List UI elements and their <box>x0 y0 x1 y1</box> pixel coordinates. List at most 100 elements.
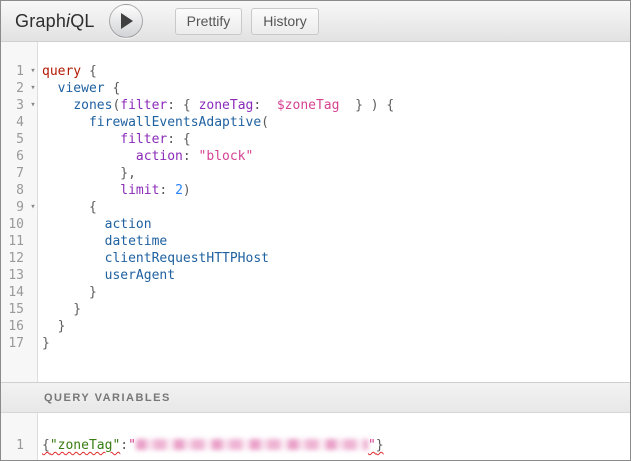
token-num[interactable]: 2 <box>175 183 183 198</box>
code-text[interactable]: query { <box>39 63 97 80</box>
code-line[interactable]: 9▾ { <box>1 199 630 216</box>
token-p[interactable] <box>42 149 136 164</box>
code-text[interactable]: limit: 2) <box>39 182 191 199</box>
token-p[interactable]: } <box>42 336 50 351</box>
code-line[interactable]: 10 action <box>1 216 630 233</box>
code-line[interactable]: 13 userAgent <box>1 267 630 284</box>
code-text[interactable]: filter: { <box>39 131 191 148</box>
code-line[interactable]: 5 filter: { <box>1 131 630 148</box>
code-line[interactable]: 16 } <box>1 318 630 335</box>
token-prop[interactable]: firewallEventsAdaptive <box>89 115 261 130</box>
history-button[interactable]: History <box>251 8 319 35</box>
code-text[interactable]: } <box>39 301 81 318</box>
code-line[interactable]: 4 firewallEventsAdaptive( <box>1 114 630 131</box>
token-prop[interactable]: viewer <box>58 81 105 96</box>
token-p[interactable]: : <box>120 438 128 453</box>
line-number: 14 <box>1 284 27 301</box>
token-prop[interactable]: zones <box>73 98 112 113</box>
code-text[interactable]: firewallEventsAdaptive( <box>39 114 269 131</box>
token-p[interactable]: } <box>42 319 65 334</box>
prettify-button[interactable]: Prettify <box>175 8 243 35</box>
code-line[interactable]: 1{"zoneTag":""} <box>1 437 630 454</box>
token-attr[interactable]: filter <box>120 132 167 147</box>
token-p[interactable]: }, <box>42 166 136 181</box>
token-p[interactable]: : <box>253 98 276 113</box>
token-p[interactable]: ( <box>261 115 269 130</box>
token-p[interactable] <box>42 81 58 96</box>
token-attr[interactable]: limit <box>120 183 159 198</box>
token-p[interactable]: } <box>42 285 97 300</box>
code-line[interactable]: 7 }, <box>1 165 630 182</box>
token-str[interactable]: "block" <box>199 149 254 164</box>
code-line[interactable]: 11 datetime <box>1 233 630 250</box>
code-text[interactable]: { <box>39 199 97 216</box>
code-line[interactable]: 2▾ viewer { <box>1 80 630 97</box>
line-number: 8 <box>1 182 27 199</box>
token-p[interactable]: } <box>42 302 81 317</box>
code-text[interactable]: {"zoneTag":""} <box>39 437 384 454</box>
token-prop[interactable]: clientRequestHTTPHost <box>105 251 269 266</box>
fold-arrow-icon[interactable]: ▾ <box>27 97 39 114</box>
token-p[interactable]: { <box>42 200 97 215</box>
token-attr[interactable]: action <box>136 149 183 164</box>
code-text[interactable]: } <box>39 335 50 352</box>
token-p[interactable] <box>42 251 105 266</box>
token-prop[interactable]: datetime <box>105 234 168 249</box>
token-kw[interactable]: query <box>42 64 81 79</box>
code-line[interactable]: 17} <box>1 335 630 352</box>
token-attr[interactable]: filter <box>120 98 167 113</box>
token-p[interactable]: { <box>42 438 50 453</box>
token-p[interactable] <box>42 132 120 147</box>
line-number: 1 <box>1 437 27 454</box>
token-prop[interactable]: userAgent <box>105 268 175 283</box>
query-editor[interactable]: 1▾query {2▾ viewer {3▾ zones(filter: { z… <box>1 42 630 382</box>
token-p[interactable]: : <box>183 149 199 164</box>
redacted-value[interactable] <box>136 439 368 450</box>
execute-query-button[interactable] <box>109 4 143 38</box>
query-variables-title-bar[interactable]: QUERY VARIABLES <box>1 382 630 413</box>
token-p[interactable]: } ) { <box>339 98 394 113</box>
code-text[interactable]: action <box>39 216 152 233</box>
token-p[interactable] <box>42 217 105 232</box>
token-str[interactable]: " <box>368 438 376 453</box>
token-prop[interactable]: action <box>105 217 152 232</box>
token-p[interactable]: { <box>105 81 121 96</box>
code-text[interactable]: zones(filter: { zoneTag: $zoneTag } ) { <box>39 97 394 114</box>
token-p[interactable]: : { <box>167 132 190 147</box>
fold-arrow-icon[interactable]: ▾ <box>27 63 39 80</box>
fold-arrow-icon[interactable]: ▾ <box>27 199 39 216</box>
token-str[interactable]: " <box>128 438 136 453</box>
token-p[interactable]: : <box>159 183 175 198</box>
code-text[interactable]: clientRequestHTTPHost <box>39 250 269 267</box>
token-attr[interactable]: zoneTag <box>199 98 254 113</box>
token-p[interactable] <box>42 115 89 130</box>
code-line[interactable]: 12 clientRequestHTTPHost <box>1 250 630 267</box>
code-text[interactable]: datetime <box>39 233 167 250</box>
token-p[interactable]: { <box>81 64 97 79</box>
code-line[interactable]: 1▾query { <box>1 63 630 80</box>
code-text[interactable]: action: "block" <box>39 148 253 165</box>
line-number: 4 <box>1 114 27 131</box>
variables-editor[interactable]: 1{"zoneTag":""} <box>1 413 630 460</box>
code-text[interactable]: } <box>39 318 65 335</box>
token-key[interactable]: "zoneTag" <box>50 438 120 453</box>
code-text[interactable]: viewer { <box>39 80 120 97</box>
code-text[interactable]: userAgent <box>39 267 175 284</box>
code-line[interactable]: 8 limit: 2) <box>1 182 630 199</box>
token-p[interactable]: } <box>376 438 384 453</box>
token-p[interactable]: : { <box>167 98 198 113</box>
token-p[interactable]: ) <box>183 183 191 198</box>
token-p[interactable] <box>42 98 73 113</box>
token-var[interactable]: $zoneTag <box>277 98 340 113</box>
code-text[interactable]: } <box>39 284 97 301</box>
code-text[interactable]: }, <box>39 165 136 182</box>
token-p[interactable] <box>42 183 120 198</box>
code-line[interactable]: 3▾ zones(filter: { zoneTag: $zoneTag } )… <box>1 97 630 114</box>
fold-gutter-spacer <box>27 114 39 131</box>
fold-arrow-icon[interactable]: ▾ <box>27 80 39 97</box>
token-p[interactable] <box>42 234 105 249</box>
token-p[interactable] <box>42 268 105 283</box>
code-line[interactable]: 15 } <box>1 301 630 318</box>
code-line[interactable]: 14 } <box>1 284 630 301</box>
code-line[interactable]: 6 action: "block" <box>1 148 630 165</box>
